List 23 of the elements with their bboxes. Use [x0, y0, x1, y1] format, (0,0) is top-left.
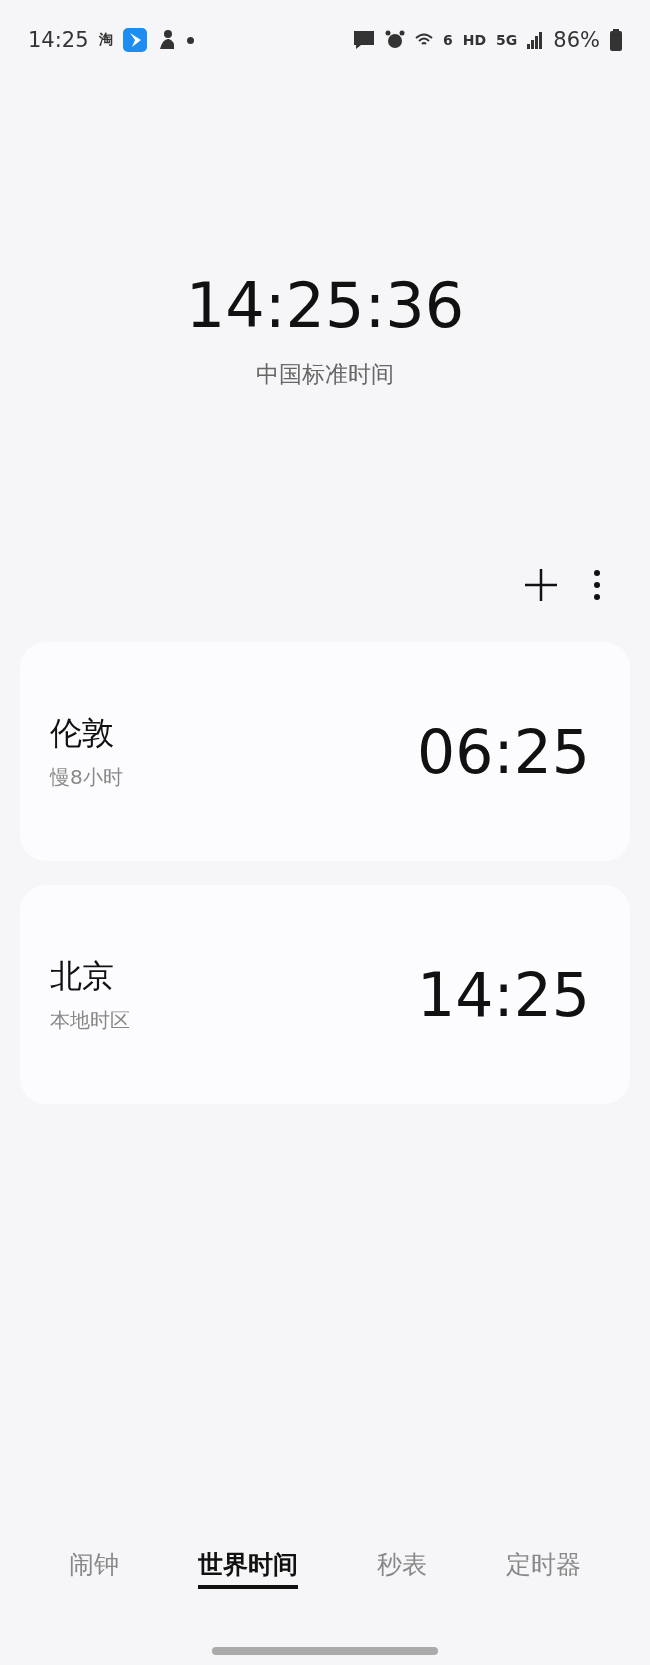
city-time: 14:25: [417, 959, 590, 1030]
current-time: 14:25:36: [185, 275, 465, 337]
tab[interactable]: 世界时间: [198, 1548, 299, 1589]
network-label: 5G: [496, 32, 518, 48]
app-notification-icon: 淘: [98, 31, 113, 49]
city-card[interactable]: 伦敦 慢8小时 06:25: [20, 642, 630, 861]
city-name: 伦敦: [50, 713, 115, 754]
battery-percent: 86%: [553, 28, 600, 52]
notification-dot: [186, 36, 194, 44]
more-icon[interactable]: [594, 570, 600, 600]
signal-icon: [527, 31, 544, 49]
city-card[interactable]: 北京 本地时区 14:25: [20, 885, 630, 1104]
hd-label: HD: [462, 32, 487, 48]
status-time: 14:25: [28, 28, 89, 52]
city-name: 北京: [50, 956, 115, 997]
time-zone: 中国标准时间: [256, 360, 394, 389]
time-offset: 慢8小时: [50, 764, 124, 791]
time-offset: 本地时区: [50, 1007, 131, 1034]
wifi-label: 6: [443, 32, 453, 48]
battery-icon: [610, 29, 622, 51]
city-time: 06:25: [417, 716, 590, 787]
message-icon: [353, 30, 375, 50]
add-icon[interactable]: [524, 568, 558, 602]
